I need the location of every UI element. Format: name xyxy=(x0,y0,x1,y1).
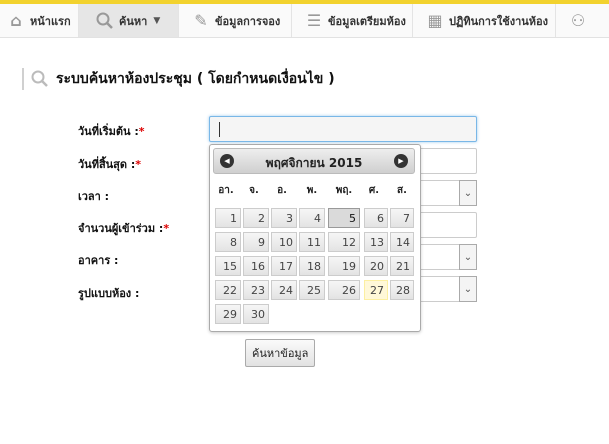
calendar-day[interactable]: 5 xyxy=(328,208,360,228)
chevron-down-icon: ▼ xyxy=(153,15,161,26)
weekday-header: พฤ. xyxy=(335,185,353,196)
calendar-day[interactable]: 3 xyxy=(271,208,297,228)
weekday-header: จ. xyxy=(249,185,259,196)
chevron-down-icon[interactable]: ⌄ xyxy=(459,244,477,270)
calendar-day[interactable]: 4 xyxy=(299,208,325,228)
chevron-down-icon[interactable]: ⌄ xyxy=(459,180,477,206)
calendar-day[interactable]: 30 xyxy=(243,304,269,324)
weekday-header: อา. xyxy=(218,185,234,196)
nav-room-calendar-label: ปฏิทินการใช้งานห้อง xyxy=(449,14,549,28)
calendar-day[interactable]: 2 xyxy=(243,208,269,228)
calendar-day[interactable]: 28 xyxy=(390,280,414,300)
calendar-day[interactable]: 7 xyxy=(390,208,414,228)
calendar-day[interactable]: 29 xyxy=(215,304,241,324)
nav-booking-label: ข้อมูลการจอง xyxy=(215,14,281,28)
datepicker-header: ◀ พฤศจิกายน 2015 ▶ xyxy=(213,148,415,174)
calendar-day[interactable]: 21 xyxy=(390,256,414,276)
main-nav: ⌂ หน้าแรก ค้นหา ▼ ✎ ข้อมูลการจอง ☰ ข้อมู… xyxy=(0,4,609,38)
required-mark: * xyxy=(163,222,170,235)
nav-search[interactable]: ค้นหา ▼ xyxy=(79,4,179,37)
calendar-day[interactable]: 24 xyxy=(271,280,297,300)
calendar-day[interactable]: 9 xyxy=(243,232,269,252)
calendar-day[interactable]: 11 xyxy=(299,232,325,252)
calendar-day[interactable]: 23 xyxy=(243,280,269,300)
search-icon xyxy=(95,11,115,31)
building-label: อาคาร : xyxy=(78,254,119,267)
weekday-header: ศ. xyxy=(368,185,380,196)
start-date-label: วันที่เริ่มต้น :* xyxy=(78,125,145,138)
booking-icon: ✎ xyxy=(194,10,208,30)
calendar-day[interactable]: 6 xyxy=(364,208,388,228)
people-icon: ⚇ xyxy=(570,10,586,30)
calendar-day[interactable]: 10 xyxy=(271,232,297,252)
nav-home-label: หน้าแรก xyxy=(30,14,71,28)
weekday-header: พ. xyxy=(306,185,318,196)
weekday-header: อ. xyxy=(277,185,287,196)
end-date-label: วันที่สิ้นสุด :* xyxy=(78,158,142,171)
calendar-day[interactable]: 16 xyxy=(243,256,269,276)
nav-room-prep-label: ข้อมูลเตรียมห้อง xyxy=(328,14,406,28)
nav-home[interactable]: ⌂ หน้าแรก xyxy=(0,4,79,37)
start-date-input[interactable] xyxy=(209,116,477,142)
chevron-down-icon[interactable]: ⌄ xyxy=(459,276,477,302)
calendar-day[interactable]: 27 xyxy=(364,280,388,300)
required-mark: * xyxy=(138,125,145,138)
nav-room-prep[interactable]: ☰ ข้อมูลเตรียมห้อง xyxy=(292,4,413,37)
magnifier-icon xyxy=(31,70,48,87)
search-button[interactable]: ค้นหาข้อมูล xyxy=(245,339,316,367)
calendar-day[interactable]: 18 xyxy=(299,256,325,276)
calendar-day[interactable]: 17 xyxy=(271,256,297,276)
text-cursor xyxy=(219,122,220,137)
page-title: ระบบค้นหาห้องประชุม ( โดยกำหนดเงื่อนไข ) xyxy=(56,71,335,87)
nav-search-label: ค้นหา xyxy=(119,14,148,28)
next-month-icon[interactable]: ▶ xyxy=(394,154,408,168)
calendar-icon: ▦ xyxy=(427,10,443,30)
datepicker: ◀ พฤศจิกายน 2015 ▶ อา. จ. อ. พ. พฤ. ศ. ส. 1 2 3 4 5… xyxy=(209,144,421,332)
calendar-day[interactable]: 15 xyxy=(215,256,241,276)
weekday-header: ส. xyxy=(397,185,407,196)
calendar-day[interactable]: 19 xyxy=(328,256,360,276)
required-mark: * xyxy=(135,158,142,171)
calendar-day[interactable]: 12 xyxy=(328,232,360,252)
room-type-label: รูปแบบห้อง : xyxy=(78,287,140,300)
datepicker-month-year: พฤศจิกายน 2015 xyxy=(265,156,363,170)
calendar-day[interactable]: 8 xyxy=(215,232,241,252)
calendar-day[interactable]: 26 xyxy=(328,280,360,300)
home-icon: ⌂ xyxy=(10,10,22,30)
attendees-label: จำนวนผู้เข้าร่วม :* xyxy=(78,222,170,235)
calendar-day[interactable]: 14 xyxy=(390,232,414,252)
nav-users[interactable]: ⚇ xyxy=(556,4,609,37)
nav-booking[interactable]: ✎ ข้อมูลการจอง xyxy=(179,4,292,37)
calendar-day[interactable]: 13 xyxy=(364,232,388,252)
list-icon: ☰ xyxy=(306,10,322,30)
calendar-day[interactable]: 22 xyxy=(215,280,241,300)
calendar-day[interactable]: 25 xyxy=(299,280,325,300)
page-heading: ระบบค้นหาห้องประชุม ( โดยกำหนดเงื่อนไข ) xyxy=(22,68,335,90)
calendar-day[interactable]: 20 xyxy=(364,256,388,276)
time-label: เวลา : xyxy=(78,190,110,203)
calendar-day[interactable]: 1 xyxy=(215,208,241,228)
nav-room-calendar[interactable]: ▦ ปฏิทินการใช้งานห้อง xyxy=(413,4,556,37)
